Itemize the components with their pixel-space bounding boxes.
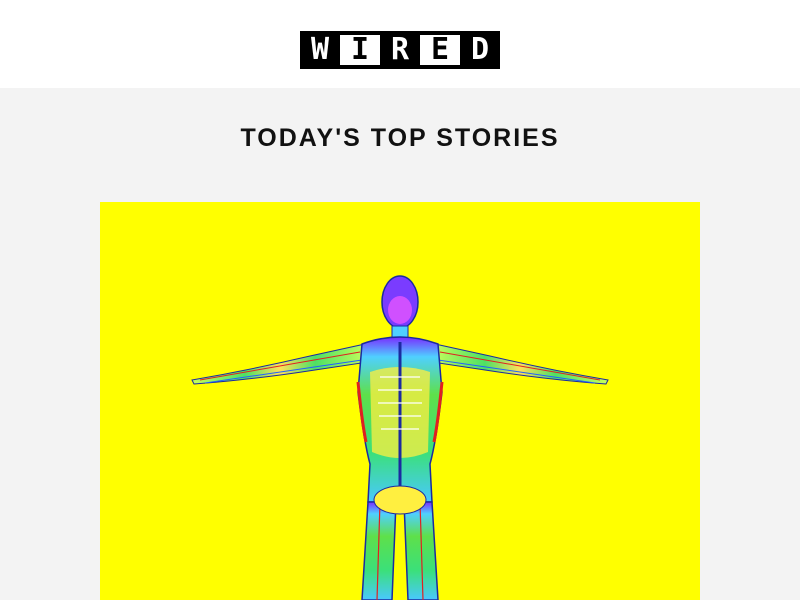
figure-torso [356, 336, 444, 503]
logo-letter-r: R [380, 31, 420, 69]
hero-image[interactable] [100, 202, 700, 600]
wired-logo[interactable]: W I R E D [300, 31, 500, 69]
logo-letter-e: E [420, 31, 460, 69]
figure-head [381, 275, 419, 343]
logo-letter-w: W [300, 31, 340, 69]
section-title: TODAY'S TOP STORIES [240, 124, 560, 152]
logo-letter-d: D [460, 31, 500, 69]
anatomy-figure-illustration [191, 275, 609, 600]
main-content: TODAY'S TOP STORIES [0, 88, 800, 600]
email-header: W I R E D [0, 0, 800, 88]
figure-legs [361, 485, 439, 600]
logo-letter-i: I [340, 31, 380, 69]
